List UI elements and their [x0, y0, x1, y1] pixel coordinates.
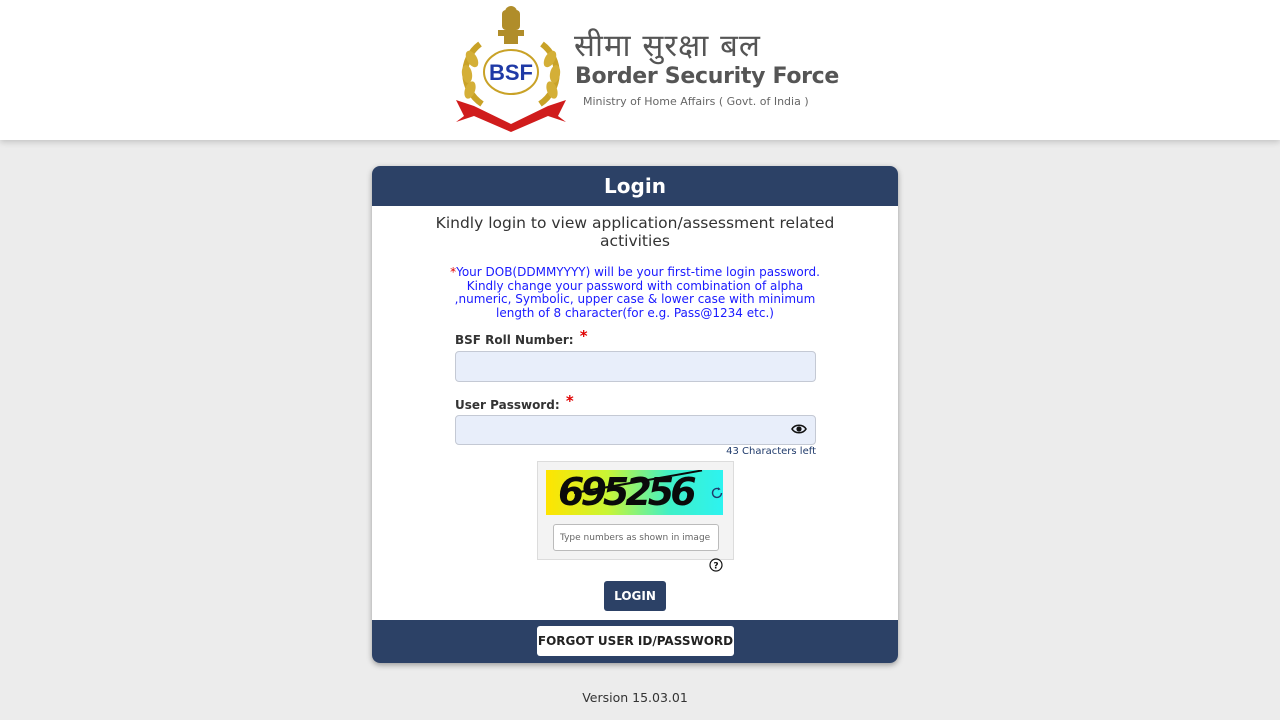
bsf-logo: BSF ♦ ♦ ♦ सीमा सुरक्षा बल Border Securit…	[450, 4, 839, 132]
emblem-text: BSF	[489, 60, 533, 85]
svg-text:?: ?	[713, 562, 718, 572]
roll-number-input[interactable]	[455, 351, 816, 382]
eye-icon[interactable]	[791, 423, 807, 435]
password-label: User Password: *	[455, 392, 574, 412]
notice-text: Your DOB(DDMMYYYY) will be your first-ti…	[454, 265, 820, 320]
org-name-hindi: सीमा सुरक्षा बल	[574, 28, 761, 64]
captcha-input[interactable]	[553, 524, 719, 551]
required-marker: *	[579, 327, 588, 345]
svg-text:♦ ♦ ♦: ♦ ♦ ♦	[499, 112, 522, 120]
login-subtitle: Kindly login to view application/assessm…	[435, 214, 835, 250]
forgot-credentials-button[interactable]: FORGOT USER ID/PASSWORD	[537, 626, 734, 656]
login-title: Login	[372, 166, 898, 206]
captcha-panel: 695256	[537, 461, 734, 560]
login-card: Login Kindly login to view application/a…	[372, 166, 898, 663]
site-header: BSF ♦ ♦ ♦ सीमा सुरक्षा बल Border Securit…	[0, 0, 1280, 140]
login-card-footer: FORGOT USER ID/PASSWORD	[372, 620, 898, 663]
chars-left-counter: 43 Characters left	[726, 446, 816, 457]
required-marker: *	[565, 392, 574, 410]
login-button[interactable]: LOGIN	[604, 581, 666, 611]
password-notice: *Your DOB(DDMMYYYY) will be your first-t…	[450, 265, 820, 320]
roll-number-label: BSF Roll Number: *	[455, 327, 588, 347]
refresh-icon[interactable]	[710, 486, 724, 500]
bsf-emblem-icon: BSF ♦ ♦ ♦	[456, 6, 566, 132]
password-input[interactable]	[455, 415, 816, 445]
org-name-english: Border Security Force	[575, 64, 840, 89]
version-text: Version 15.03.01	[582, 690, 688, 705]
ministry-text: Ministry of Home Affairs ( Govt. of Indi…	[583, 95, 809, 108]
question-circle-icon[interactable]: ?	[709, 558, 723, 572]
captcha-image: 695256	[546, 470, 723, 515]
